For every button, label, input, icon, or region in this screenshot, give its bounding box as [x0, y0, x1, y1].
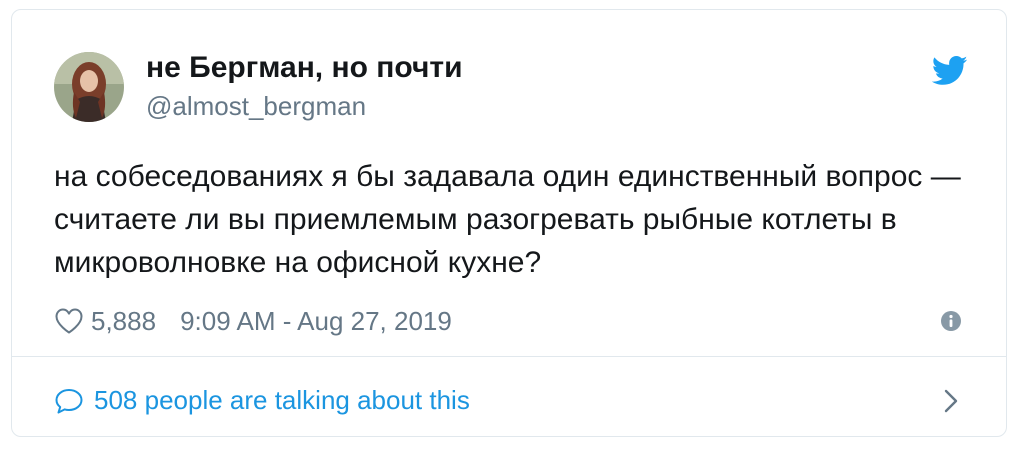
conversation-label[interactable]: 508 people are talking about this [94, 384, 470, 416]
user-handle[interactable]: @almost_bergman [146, 90, 366, 122]
tweet-text: на собеседованиях я бы задавала один еди… [54, 160, 961, 279]
avatar-photo [54, 52, 124, 122]
avatar[interactable] [54, 52, 124, 122]
info-icon[interactable] [940, 310, 962, 332]
tweet-timestamp[interactable]: 9:09 AM - Aug 27, 2019 [180, 306, 452, 337]
tweet-meta-row: 5,888 9:09 AM - Aug 27, 2019 [54, 305, 452, 337]
chevron-right-icon[interactable] [944, 389, 958, 413]
speech-bubble-icon [55, 389, 83, 414]
conversation-link[interactable]: 508 people are talking about this [12, 357, 1006, 436]
display-name[interactable]: не Бергман, но почти [146, 50, 463, 86]
tweet-embed-card: не Бергман, но почти @almost_bergman на … [11, 9, 1007, 437]
twitter-bird-icon[interactable] [932, 56, 968, 86]
like-count[interactable]: 5,888 [91, 306, 156, 337]
heart-icon[interactable] [54, 307, 84, 335]
